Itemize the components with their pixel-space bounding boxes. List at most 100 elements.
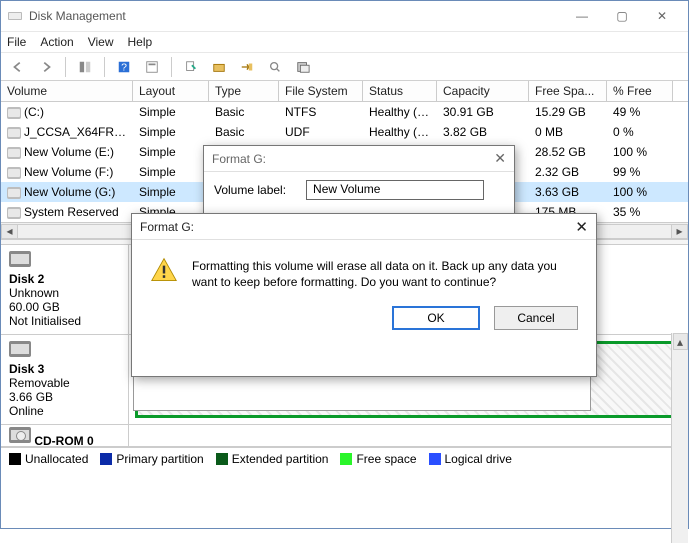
cell-layout: Simple xyxy=(133,102,209,122)
cell-free: 3.63 GB xyxy=(529,182,607,202)
cell-vol: System Reserved xyxy=(1,202,133,222)
table-row[interactable]: (C:)SimpleBasicNTFSHealthy (B...30.91 GB… xyxy=(1,102,688,122)
toolbar: ? xyxy=(1,53,688,81)
col-free[interactable]: Free Spa... xyxy=(529,81,607,101)
cell-free: 2.32 GB xyxy=(529,162,607,182)
ok-button[interactable]: OK xyxy=(392,306,480,330)
cell-status: Healthy (B... xyxy=(363,102,437,122)
swatch-icon xyxy=(429,453,441,465)
disk-state: Not Initialised xyxy=(9,314,120,328)
menu-action[interactable]: Action xyxy=(40,35,73,49)
cell-free: 0 MB xyxy=(529,122,607,142)
vertical-scrollbar[interactable]: ▴ xyxy=(671,333,688,543)
dialog-titlebar[interactable]: Format G: ✕ xyxy=(132,214,596,240)
legend-unallocated: Unallocated xyxy=(9,452,88,466)
cell-vol: New Volume (E:) xyxy=(1,142,133,162)
cell-fs: UDF xyxy=(279,122,363,142)
forward-icon[interactable] xyxy=(35,56,57,78)
disk-header: CD-ROM 0 xyxy=(1,425,129,446)
volume-icon xyxy=(7,127,21,139)
cell-free: 15.29 GB xyxy=(529,102,607,122)
col-fs[interactable]: File System xyxy=(279,81,363,101)
menu-view[interactable]: View xyxy=(88,35,114,49)
swatch-icon xyxy=(340,453,352,465)
help-icon[interactable]: ? xyxy=(113,56,135,78)
volume-icon xyxy=(7,107,21,119)
col-layout[interactable]: Layout xyxy=(133,81,209,101)
scroll-left-icon[interactable]: ◂ xyxy=(1,224,18,239)
legend-logical: Logical drive xyxy=(429,452,512,466)
volume-label-input[interactable]: New Volume xyxy=(306,180,484,200)
cell-layout: Simple xyxy=(133,142,209,162)
action-icon-1[interactable] xyxy=(180,56,202,78)
close-button[interactable]: ✕ xyxy=(642,2,682,30)
swatch-icon xyxy=(9,453,21,465)
disk-header: Disk 2 Unknown 60.00 GB Not Initialised xyxy=(1,245,129,334)
close-icon[interactable]: ✕ xyxy=(494,150,506,167)
action-icon-4[interactable] xyxy=(264,56,286,78)
cell-vol: J_CCSA_X64FRE_E... xyxy=(1,122,133,142)
swatch-icon xyxy=(100,453,112,465)
disk-type: Unknown xyxy=(9,286,120,300)
cell-vol: (C:) xyxy=(1,102,133,122)
volume-grid-header: Volume Layout Type File System Status Ca… xyxy=(1,81,688,102)
close-icon[interactable]: ✕ xyxy=(575,218,588,236)
dialog-title: Format G: xyxy=(212,152,266,166)
format-confirm-dialog[interactable]: Format G: ✕ Formatting this volume will … xyxy=(131,213,597,377)
content: Volume Layout Type File System Status Ca… xyxy=(1,81,688,528)
properties-icon[interactable] xyxy=(141,56,163,78)
maximize-button[interactable]: ▢ xyxy=(602,2,642,30)
cell-pct: 100 % xyxy=(607,182,673,202)
cell-cap: 3.82 GB xyxy=(437,122,529,142)
volume-icon xyxy=(7,147,21,159)
disk-icon xyxy=(9,251,31,267)
show-hide-icon[interactable] xyxy=(74,56,96,78)
col-type[interactable]: Type xyxy=(209,81,279,101)
disk-header: Disk 3 Removable 3.66 GB Online xyxy=(1,335,129,424)
titlebar[interactable]: Disk Management — ▢ ✕ xyxy=(1,1,688,31)
cancel-button[interactable]: Cancel xyxy=(494,306,578,330)
disk-row-cdrom[interactable]: CD-ROM 0 xyxy=(1,425,688,447)
menubar: File Action View Help xyxy=(1,31,688,53)
disk-name: CD-ROM 0 xyxy=(34,434,93,448)
action-icon-5[interactable] xyxy=(292,56,314,78)
action-icon-3[interactable] xyxy=(236,56,258,78)
disk-state: Online xyxy=(9,404,120,418)
cell-pct: 0 % xyxy=(607,122,673,142)
table-row[interactable]: J_CCSA_X64FRE_E...SimpleBasicUDFHealthy … xyxy=(1,122,688,142)
disk-size: 60.00 GB xyxy=(9,300,120,314)
col-capacity[interactable]: Capacity xyxy=(437,81,529,101)
minimize-button[interactable]: — xyxy=(562,2,602,30)
cell-pct: 100 % xyxy=(607,142,673,162)
legend: Unallocated Primary partition Extended p… xyxy=(1,447,688,469)
disk-size: 3.66 GB xyxy=(9,390,120,404)
col-pct[interactable]: % Free xyxy=(607,81,673,101)
cell-cap: 30.91 GB xyxy=(437,102,529,122)
back-icon[interactable] xyxy=(7,56,29,78)
volume-icon xyxy=(7,167,21,179)
scroll-right-icon[interactable]: ▸ xyxy=(671,224,688,239)
action-icon-2[interactable] xyxy=(208,56,230,78)
menu-file[interactable]: File xyxy=(7,35,26,49)
col-volume[interactable]: Volume xyxy=(1,81,133,101)
menu-help[interactable]: Help xyxy=(128,35,153,49)
disk-management-window: Disk Management — ▢ ✕ File Action View H… xyxy=(0,0,689,529)
col-status[interactable]: Status xyxy=(363,81,437,101)
disk-name: Disk 2 xyxy=(9,272,120,286)
dialog-title: Format G: xyxy=(140,220,194,234)
cell-vol: New Volume (F:) xyxy=(1,162,133,182)
cell-layout: Simple xyxy=(133,182,209,202)
cell-type: Basic xyxy=(209,102,279,122)
cell-vol: New Volume (G:) xyxy=(1,182,133,202)
partition-map xyxy=(129,425,688,446)
dialog-titlebar[interactable]: Format G: ✕ xyxy=(204,146,514,172)
volume-icon xyxy=(7,207,21,219)
cell-status: Healthy (P... xyxy=(363,122,437,142)
swatch-icon xyxy=(216,453,228,465)
cell-pct: 49 % xyxy=(607,102,673,122)
dialog-message: Formatting this volume will erase all da… xyxy=(192,256,578,290)
scroll-up-icon[interactable]: ▴ xyxy=(673,333,688,350)
disk-icon xyxy=(9,341,31,357)
window-title: Disk Management xyxy=(29,9,562,23)
format-dialog[interactable]: Format G: ✕ Volume label: New Volume xyxy=(203,145,515,221)
